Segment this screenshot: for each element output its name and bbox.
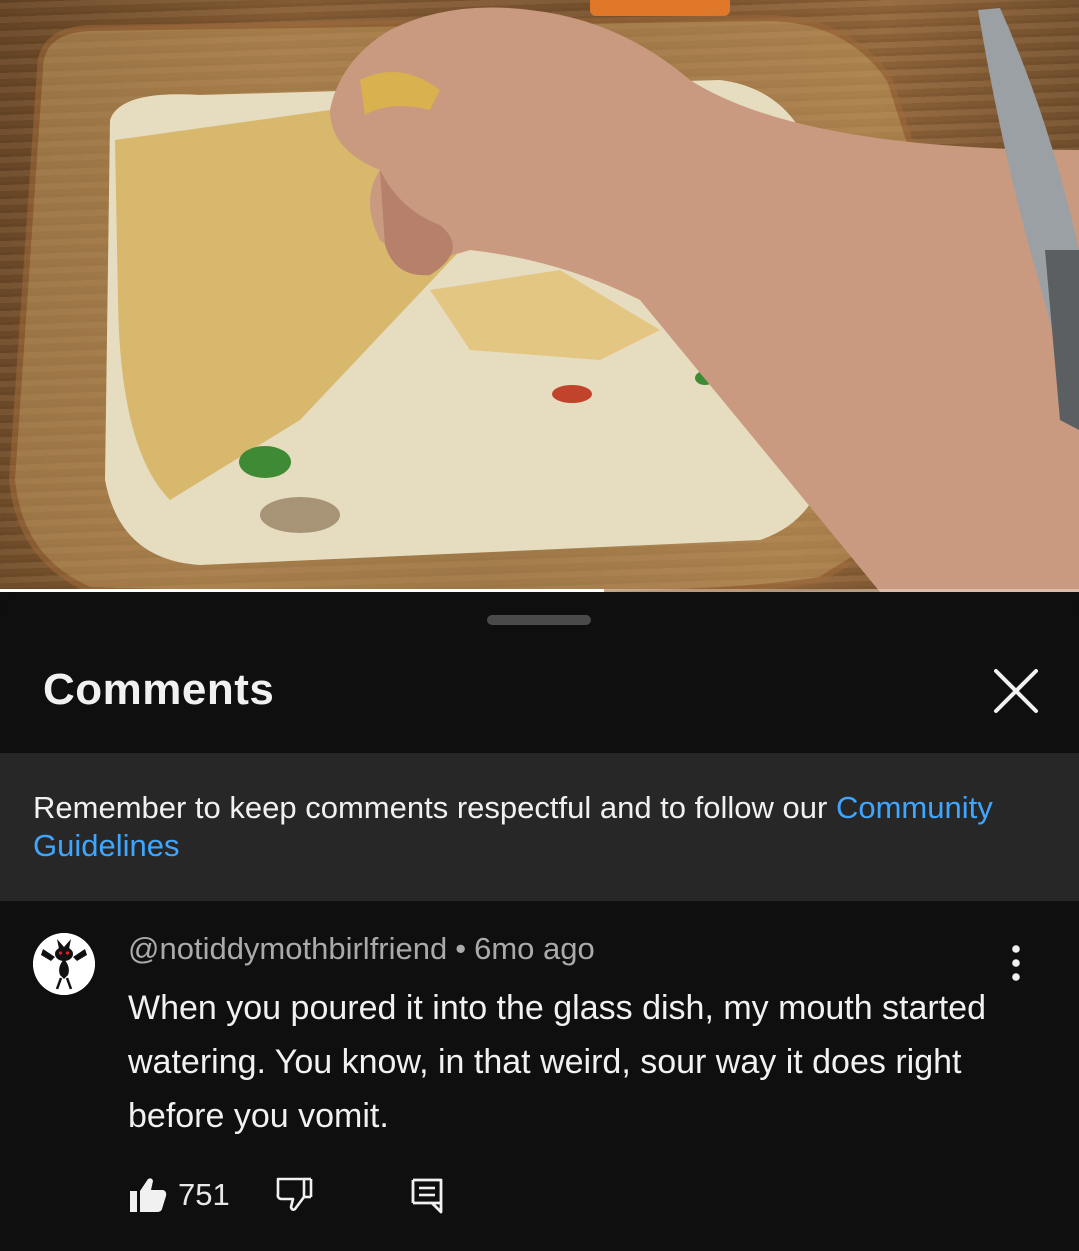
like-button[interactable] <box>128 1175 168 1215</box>
banner-text: Remember to keep comments respectful and… <box>33 789 1043 865</box>
comment-more-button[interactable] <box>998 943 1034 983</box>
green-pepper-piece <box>239 446 291 478</box>
video-progress-bar[interactable] <box>0 589 1079 592</box>
comment-author[interactable]: @notiddymothbirlfriend <box>128 931 447 966</box>
thumbs-down-icon <box>276 1177 313 1211</box>
orange-container-shape <box>590 0 730 16</box>
avatar[interactable] <box>33 933 95 995</box>
video-player[interactable] <box>0 0 1079 592</box>
thumbs-up-icon <box>130 1178 167 1212</box>
close-icon <box>994 669 1038 713</box>
close-button[interactable] <box>988 663 1044 719</box>
meta-separator: • <box>455 931 467 966</box>
reply-button[interactable] <box>410 1175 444 1215</box>
banner-message: Remember to keep comments respectful and… <box>33 790 836 825</box>
more-vertical-icon <box>1012 945 1020 981</box>
video-progress-fill <box>0 589 605 592</box>
drag-handle[interactable] <box>487 615 591 625</box>
comments-panel: Comments Remember to keep comments respe… <box>0 597 1079 1251</box>
video-frame-scene <box>8 0 1079 592</box>
dislike-button[interactable] <box>274 1175 314 1215</box>
comment-text: When you poured it into the glass dish, … <box>128 989 987 1135</box>
like-count: 751 <box>178 1177 230 1212</box>
comment-meta: @notiddymothbirlfriend • 6mo ago <box>128 931 595 967</box>
community-guidelines-banner: Remember to keep comments respectful and… <box>0 753 1079 901</box>
creature-avatar-icon <box>33 933 95 995</box>
meat-piece <box>260 497 340 533</box>
reply-comment-icon <box>411 1178 443 1214</box>
red-pepper-piece <box>552 385 592 403</box>
comment-time: 6mo ago <box>474 931 595 966</box>
panel-title: Comments <box>43 665 275 714</box>
